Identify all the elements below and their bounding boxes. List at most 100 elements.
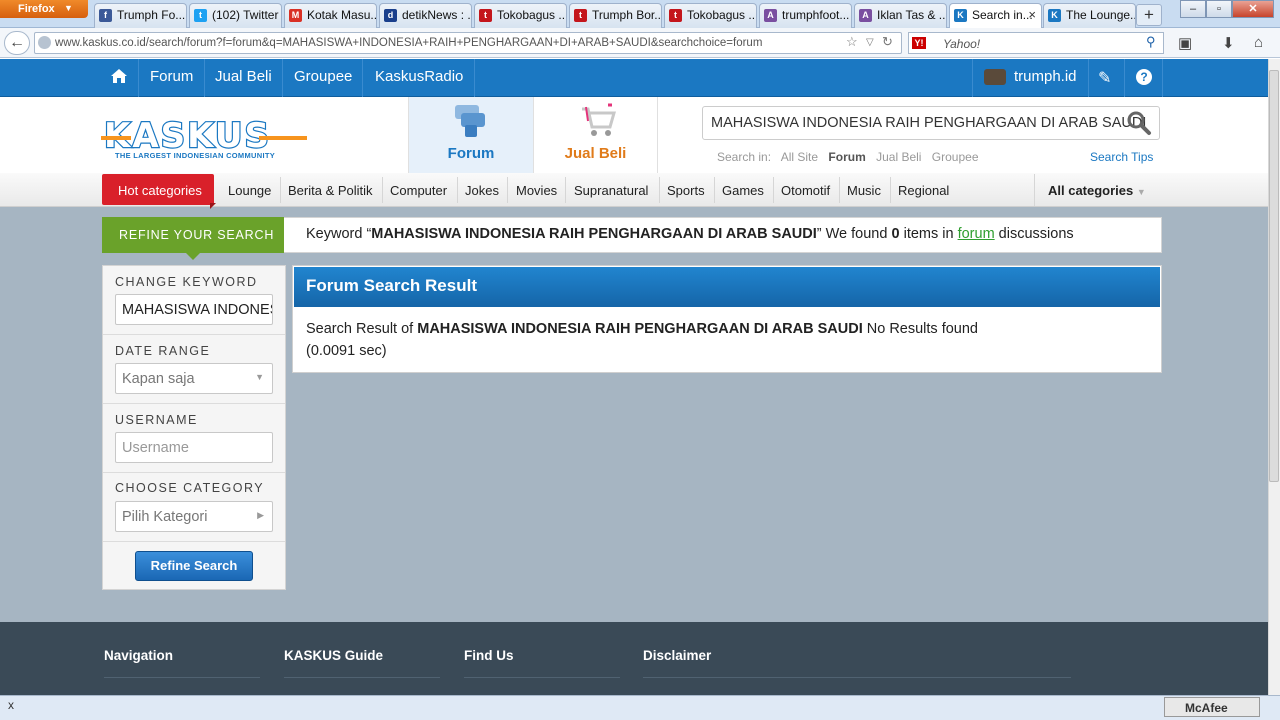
home-icon[interactable]: ⌂ — [1254, 34, 1263, 51]
search-input[interactable]: MAHASISWA INDONESIA RAIH PENGHARGAAN DI … — [702, 106, 1160, 140]
browser-tab[interactable]: t Tokobagus ... — [474, 3, 567, 28]
firefox-menu-button[interactable]: Firefox ▼ — [0, 0, 88, 18]
change-keyword-input[interactable]: MAHASISWA INDONESIA RAIH PENGHARGAAN DI … — [115, 294, 273, 325]
kaskus-logo[interactable]: KASKUS THE LARGEST INDONESIAN COMMUNITY — [101, 116, 307, 160]
minimize-button[interactable]: – — [1180, 0, 1206, 18]
keyword-value: MAHASISWA INDONESIA RAIH PENGHARGAAN DI … — [371, 226, 817, 242]
category-regional[interactable]: Regional — [898, 183, 949, 198]
category-divider — [773, 177, 774, 203]
bookmark-star-icon[interactable]: ☆ — [846, 34, 858, 50]
category-movies[interactable]: Movies — [516, 183, 557, 198]
detik-icon: d — [384, 9, 397, 22]
new-tab-button[interactable]: + — [1136, 4, 1162, 26]
forum-icon — [455, 105, 485, 137]
reload-icon[interactable]: ↻ — [882, 34, 893, 50]
browser-tab[interactable]: t (102) Twitter — [189, 3, 282, 28]
footer-navigation-heading: Navigation — [104, 648, 174, 663]
window-close-button[interactable]: ✕ — [1232, 0, 1274, 18]
username-input[interactable]: Username — [115, 432, 273, 463]
search-icon[interactable] — [1124, 109, 1154, 137]
category-music[interactable]: Music — [847, 183, 881, 198]
date-range-select[interactable]: Kapan saja ▼ — [115, 363, 273, 394]
footer-divider — [284, 677, 440, 678]
browser-tab[interactable]: d detikNews : ... — [379, 3, 472, 28]
url-bar[interactable]: www.kaskus.co.id/search/forum?f=forum&q=… — [34, 32, 902, 54]
search-in-forum[interactable]: Forum — [828, 150, 865, 164]
tab-jual-beli-label: Jual Beli — [564, 145, 627, 162]
help-icon[interactable]: ? — [1136, 69, 1152, 85]
search-engine-input[interactable]: Yahoo! — [908, 32, 1164, 54]
search-icon[interactable]: ⚲ — [1146, 34, 1156, 50]
browser-tab[interactable]: t Trumph Bor... — [569, 3, 662, 28]
browser-tab[interactable]: Atrumphfoot... — [759, 3, 852, 28]
scrollbar-thumb[interactable] — [1269, 70, 1279, 482]
nav-jual-beli[interactable]: Jual Beli — [215, 68, 272, 85]
nav-divider — [1162, 59, 1163, 97]
category-jokes[interactable]: Jokes — [465, 183, 499, 198]
nav-divider — [282, 59, 283, 97]
tab-jual-beli[interactable]: Jual Beli — [534, 97, 658, 173]
category-berita-politik[interactable]: Berita & Politik — [288, 183, 373, 198]
history-dropdown-icon[interactable]: ▽ — [866, 37, 874, 48]
web-page: Forum Jual Beli Groupee KaskusRadio trum… — [0, 59, 1268, 695]
browser-tab[interactable]: K Search in... × — [949, 3, 1042, 28]
hot-categories-button[interactable]: Hot categories — [102, 174, 216, 209]
browser-tab[interactable]: t Tokobagus ... — [664, 3, 757, 28]
bookmarks-menu-icon[interactable]: ▣ — [1178, 34, 1192, 52]
browser-tab[interactable]: f Trumph Fo... — [94, 3, 187, 28]
search-in-groupee[interactable]: Groupee — [932, 150, 979, 164]
footer-divider — [643, 677, 1071, 678]
browser-tab[interactable]: A Iklan Tas & ... — [854, 3, 947, 28]
refine-sidebar: CHANGE KEYWORD MAHASISWA INDONESIA RAIH … — [102, 265, 286, 590]
nav-groupee[interactable]: Groupee — [294, 68, 352, 85]
category-lounge[interactable]: Lounge — [228, 183, 271, 198]
keyword-prefix: Keyword “ — [306, 226, 372, 242]
footer-disclaimer-heading: Disclaimer — [643, 648, 712, 663]
username-link[interactable]: trumph.id — [1014, 68, 1077, 85]
category-sports[interactable]: Sports — [667, 183, 705, 198]
browser-tab[interactable]: K The Lounge... — [1043, 3, 1136, 28]
refine-search-button[interactable]: Refine Search — [135, 551, 253, 581]
category-supranatural[interactable]: Supranatural — [574, 183, 648, 198]
back-button[interactable]: ← — [4, 31, 30, 55]
change-keyword-value: MAHASISWA INDONESIA RAIH PENGHARGAAN DI … — [122, 302, 272, 318]
home-icon[interactable] — [110, 68, 128, 84]
search-in-label: Search in: — [717, 150, 772, 164]
facebook-icon: f — [99, 9, 112, 22]
category-otomotif[interactable]: Otomotif — [781, 183, 830, 198]
logo-tagline: THE LARGEST INDONESIAN COMMUNITY — [115, 151, 276, 160]
browser-tab-label: Trumph Bor... — [592, 8, 662, 22]
footer-divider — [464, 677, 620, 678]
avatar[interactable] — [984, 69, 1006, 85]
downloads-icon[interactable]: ⬇ — [1222, 34, 1235, 52]
addon-bar-close-icon[interactable]: x — [8, 698, 14, 712]
search-tips-link[interactable]: Search Tips — [1090, 150, 1153, 164]
browser-tab-label: Kotak Masu... — [307, 8, 377, 22]
search-in-all-site[interactable]: All Site — [781, 150, 818, 164]
browser-tab-label: Tokobagus ... — [497, 8, 567, 22]
category-divider — [457, 177, 458, 203]
gmail-icon: M — [289, 9, 302, 22]
nav-kaskusradio[interactable]: KaskusRadio — [375, 68, 463, 85]
forum-link[interactable]: forum — [958, 226, 995, 242]
tab-forum[interactable]: Forum — [408, 97, 534, 173]
nav-forum[interactable]: Forum — [150, 68, 193, 85]
yahoo-icon[interactable]: Y! — [912, 37, 926, 49]
all-categories-dropdown[interactable]: All categories ▼ — [1034, 174, 1162, 206]
category-games[interactable]: Games — [722, 183, 764, 198]
tab-close-icon[interactable]: × — [1028, 7, 1036, 22]
search-in-jual-beli[interactable]: Jual Beli — [876, 150, 921, 164]
tokobagus-icon: t — [669, 9, 682, 22]
category-select[interactable]: Pilih Kategori ▶ — [115, 501, 273, 532]
category-divider — [839, 177, 840, 203]
globe-icon — [38, 36, 51, 49]
browser-tab[interactable]: M Kotak Masu... — [284, 3, 377, 28]
mcafee-button[interactable]: McAfee — [1164, 697, 1260, 717]
maximize-button[interactable]: ▫ — [1206, 0, 1232, 18]
category-computer[interactable]: Computer — [390, 183, 447, 198]
date-range-value: Kapan saja — [122, 371, 195, 387]
sidebar-divider — [103, 472, 285, 473]
edit-pencil-icon[interactable]: ✎ — [1098, 68, 1111, 88]
result-text: Search Result of MAHASISWA INDONESIA RAI… — [306, 318, 1026, 362]
browser-tab-label: Trumph Fo... — [117, 8, 186, 22]
